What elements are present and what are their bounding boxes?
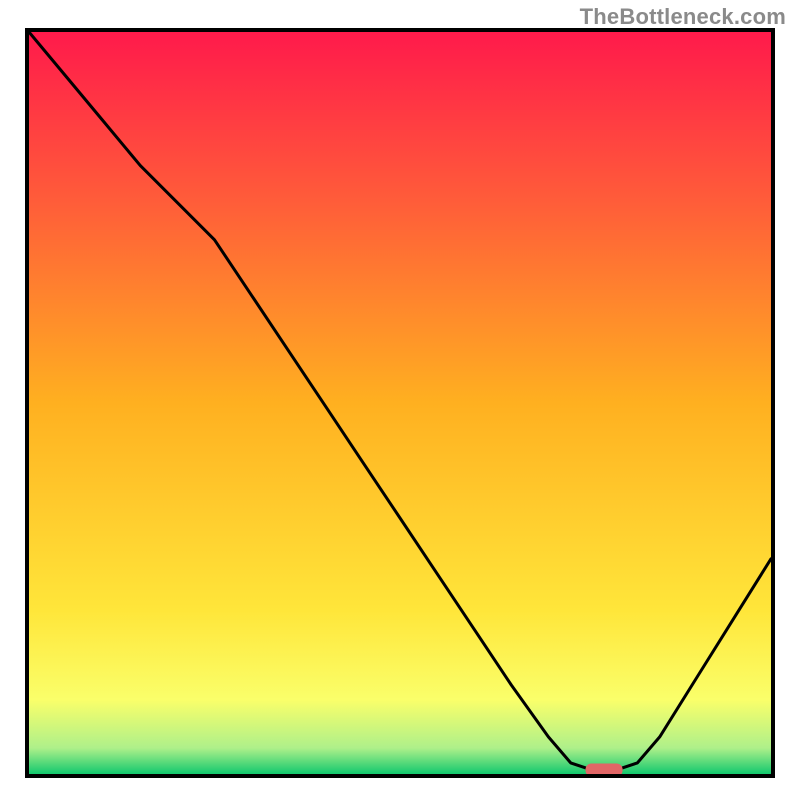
gradient-bg bbox=[29, 32, 771, 774]
chart-svg bbox=[29, 32, 771, 774]
optimum-marker bbox=[586, 764, 623, 775]
chart-frame bbox=[25, 28, 775, 778]
source-label: TheBottleneck.com bbox=[580, 4, 786, 30]
